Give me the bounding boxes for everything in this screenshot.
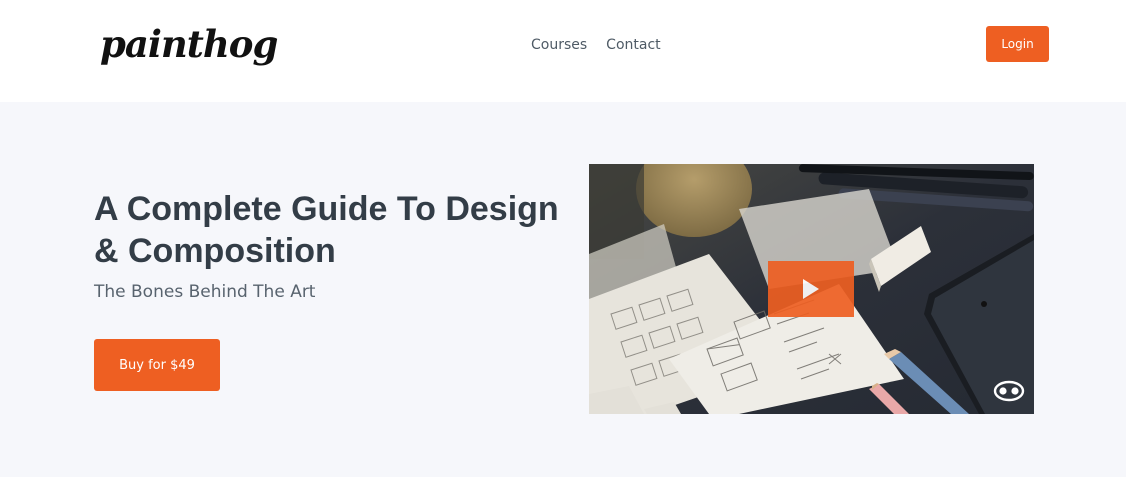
hero-section: A Complete Guide To Design & Composition… [0, 102, 1126, 477]
nav-link-contact[interactable]: Contact [606, 35, 660, 55]
watermark-eyes-icon [993, 380, 1025, 402]
site-header: painthog Courses Contact Login [0, 0, 1126, 102]
video-thumbnail[interactable] [589, 164, 1034, 414]
login-button[interactable]: Login [986, 26, 1049, 62]
page-title: A Complete Guide To Design & Composition [94, 190, 559, 270]
page-subtitle: The Bones Behind The Art [94, 282, 316, 302]
buy-button[interactable]: Buy for $49 [94, 339, 220, 391]
nav-link-courses[interactable]: Courses [531, 35, 587, 55]
play-icon [803, 279, 819, 299]
play-button[interactable] [768, 261, 854, 317]
page-bottom [0, 477, 1126, 491]
logo[interactable]: painthog [100, 22, 286, 66]
logo-text: painthog [100, 22, 278, 66]
main-nav: Courses Contact [531, 35, 661, 55]
